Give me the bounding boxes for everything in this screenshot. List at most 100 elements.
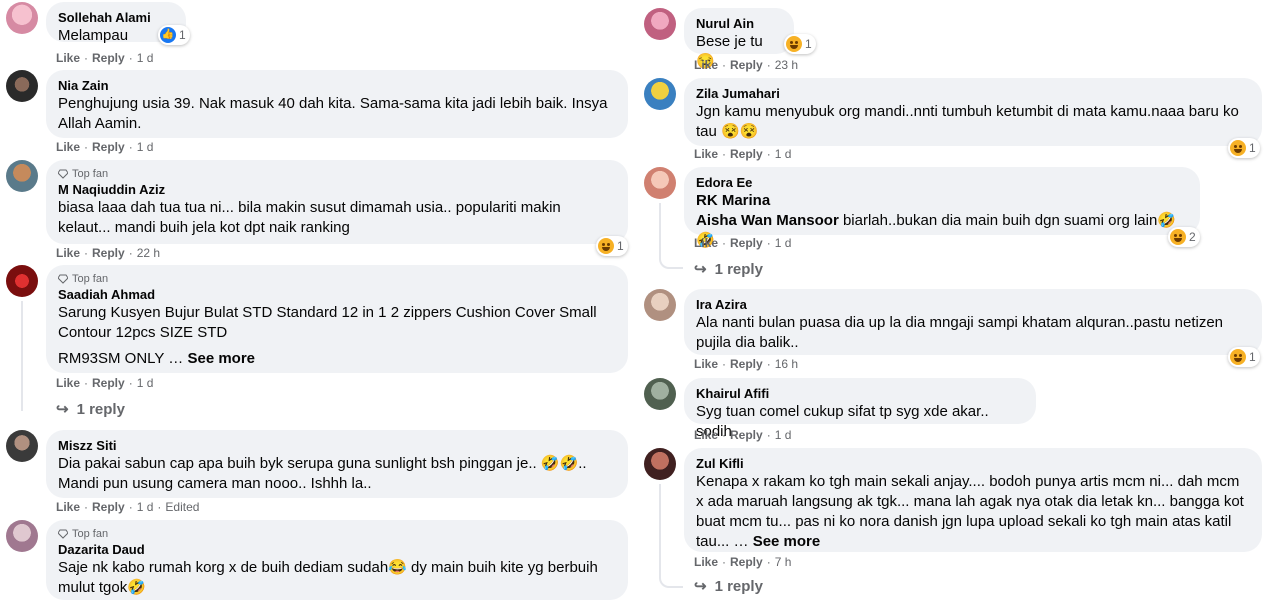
- comment-text-continued: RM93SM ONLY …: [58, 350, 184, 367]
- top-fan-label: Top fan: [72, 168, 109, 180]
- like-link[interactable]: Like: [56, 376, 80, 390]
- comment-bubble: Nurul Ain Bese je tu 😒: [684, 8, 794, 70]
- reply-link[interactable]: Reply: [730, 555, 763, 569]
- avatar[interactable]: [644, 78, 676, 110]
- comment-author[interactable]: Sollehah Alami: [58, 10, 174, 26]
- comment-time[interactable]: 16 h: [775, 357, 798, 371]
- avatar[interactable]: [6, 70, 38, 102]
- comment-bubble: Nia Zain Penghujung usia 39. Nak masuk 4…: [46, 70, 628, 138]
- like-link[interactable]: Like: [694, 147, 718, 161]
- edited-label: Edited: [165, 500, 200, 514]
- reaction-count: 2: [1189, 230, 1196, 244]
- comment-author[interactable]: Dazarita Daud: [58, 542, 616, 558]
- see-more-link[interactable]: See more: [753, 533, 821, 550]
- reply-link[interactable]: Reply: [92, 376, 125, 390]
- comment-bubble: Miszz Siti Dia pakai sabun cap apa buih …: [46, 430, 628, 498]
- like-link[interactable]: Like: [56, 500, 80, 514]
- avatar[interactable]: [6, 430, 38, 462]
- comment-time[interactable]: 1 d: [137, 51, 154, 65]
- reply-link[interactable]: Reply: [92, 246, 125, 260]
- comment-author[interactable]: Edora Ee: [696, 175, 1188, 191]
- reply-link[interactable]: Reply: [730, 147, 763, 161]
- like-link[interactable]: Like: [694, 357, 718, 371]
- view-replies-link[interactable]: ↪ 1 reply: [694, 260, 763, 279]
- avatar[interactable]: [644, 8, 676, 40]
- comment-bubble: Zul Kifli Kenapa x rakam ko tgh main sek…: [684, 448, 1262, 552]
- like-link[interactable]: Like: [694, 236, 718, 250]
- avatar[interactable]: [6, 160, 38, 192]
- like-link[interactable]: Like: [56, 140, 80, 154]
- comment-actions: Like · Reply · 1 d: [694, 428, 792, 442]
- thread-line: [21, 301, 45, 411]
- reaction-count: 1: [1249, 141, 1256, 155]
- comment-author[interactable]: Khairul Afifi: [696, 386, 1024, 402]
- left-comment-column: Sollehah Alami Melampau 1 Like· Reply· 1…: [6, 0, 628, 600]
- avatar[interactable]: [644, 448, 676, 480]
- comment-time[interactable]: 1 d: [775, 236, 792, 250]
- comment-bubble: Top fan Saadiah Ahmad Sarung Kusyen Buju…: [46, 265, 628, 373]
- comment-text: Dia pakai sabun cap apa buih byk serupa …: [58, 455, 587, 492]
- comment-actions: Like · Reply · 1 d: [694, 147, 792, 161]
- reaction-summary[interactable]: 1: [596, 236, 628, 256]
- comment-time[interactable]: 1 d: [775, 428, 792, 442]
- reaction-summary[interactable]: 1: [158, 25, 190, 45]
- right-comment-column: Nurul Ain Bese je tu 😒 1 Like · Reply · 23…: [644, 0, 1264, 600]
- comment-time[interactable]: 23 h: [775, 58, 798, 72]
- comment-text: Penghujung usia 39. Nak masuk 40 dah kit…: [58, 95, 608, 132]
- comment-text: Jgn kamu menyubuk org mandi..nnti tumbuh…: [696, 103, 1239, 140]
- avatar[interactable]: [644, 167, 676, 199]
- like-link[interactable]: Like: [694, 555, 718, 569]
- top-fan-badge: Top fan: [58, 273, 616, 285]
- reply-link[interactable]: Reply: [730, 58, 763, 72]
- top-fan-label: Top fan: [72, 528, 109, 540]
- comment-time[interactable]: 1 d: [137, 500, 154, 514]
- comment-time[interactable]: 1 d: [137, 140, 154, 154]
- comment-author[interactable]: Zul Kifli: [696, 456, 1250, 472]
- comment-author[interactable]: Miszz Siti: [58, 438, 616, 454]
- reaction-summary[interactable]: 1: [784, 34, 816, 54]
- comment-time[interactable]: 1 d: [775, 147, 792, 161]
- like-link[interactable]: Like: [56, 51, 80, 65]
- comment-text: Sarung Kusyen Bujur Bulat STD Standard 1…: [58, 304, 597, 341]
- reply-link[interactable]: Reply: [92, 500, 125, 514]
- comment-author[interactable]: Zila Jumahari: [696, 86, 1250, 102]
- mention-tag[interactable]: RK Marina: [696, 191, 1188, 211]
- comment-time[interactable]: 22 h: [137, 246, 160, 260]
- avatar[interactable]: [6, 520, 38, 552]
- avatar[interactable]: [6, 265, 38, 297]
- comment-text: Saje nk kabo rumah korg x de buih dediam…: [58, 559, 598, 596]
- comment-author[interactable]: Saadiah Ahmad: [58, 287, 616, 303]
- comment-author[interactable]: M Naqiuddin Aziz: [58, 182, 616, 198]
- reply-link[interactable]: Reply: [92, 51, 125, 65]
- avatar[interactable]: [6, 2, 38, 34]
- avatar[interactable]: [644, 378, 676, 410]
- reaction-summary[interactable]: 1: [1228, 347, 1260, 367]
- comment-actions: Like · Reply · 23 h: [694, 58, 799, 72]
- like-link[interactable]: Like: [56, 246, 80, 260]
- reply-link[interactable]: Reply: [730, 428, 763, 442]
- reply-link[interactable]: Reply: [730, 357, 763, 371]
- replies-count: 1 reply: [76, 400, 125, 418]
- reply-link[interactable]: Reply: [92, 140, 125, 154]
- reaction-summary[interactable]: 1: [1228, 138, 1260, 158]
- diamond-icon: [58, 529, 68, 539]
- comment-author[interactable]: Ira Azira: [696, 297, 1250, 313]
- diamond-icon: [58, 274, 68, 284]
- avatar[interactable]: [644, 289, 676, 321]
- comment-time[interactable]: 7 h: [775, 555, 792, 569]
- comment-author[interactable]: Nia Zain: [58, 78, 616, 94]
- like-link[interactable]: Like: [694, 58, 718, 72]
- mention-tag[interactable]: Aisha Wan Mansoor: [696, 212, 839, 229]
- see-more-link[interactable]: See more: [187, 350, 255, 367]
- view-replies-link[interactable]: ↪ 1 reply: [56, 400, 125, 419]
- comment-time[interactable]: 1 d: [137, 376, 154, 390]
- comment-bubble: Edora Ee RK Marina Aisha Wan Mansoor bia…: [684, 167, 1200, 249]
- reaction-summary[interactable]: 2: [1168, 227, 1200, 247]
- view-replies-link[interactable]: ↪ 1 reply: [694, 577, 763, 596]
- comment-author[interactable]: Nurul Ain: [696, 16, 782, 32]
- like-link[interactable]: Like: [694, 428, 718, 442]
- thread-line: [659, 203, 683, 269]
- reply-link[interactable]: Reply: [730, 236, 763, 250]
- haha-reaction-icon: [1170, 229, 1186, 245]
- haha-reaction-icon: [598, 238, 614, 254]
